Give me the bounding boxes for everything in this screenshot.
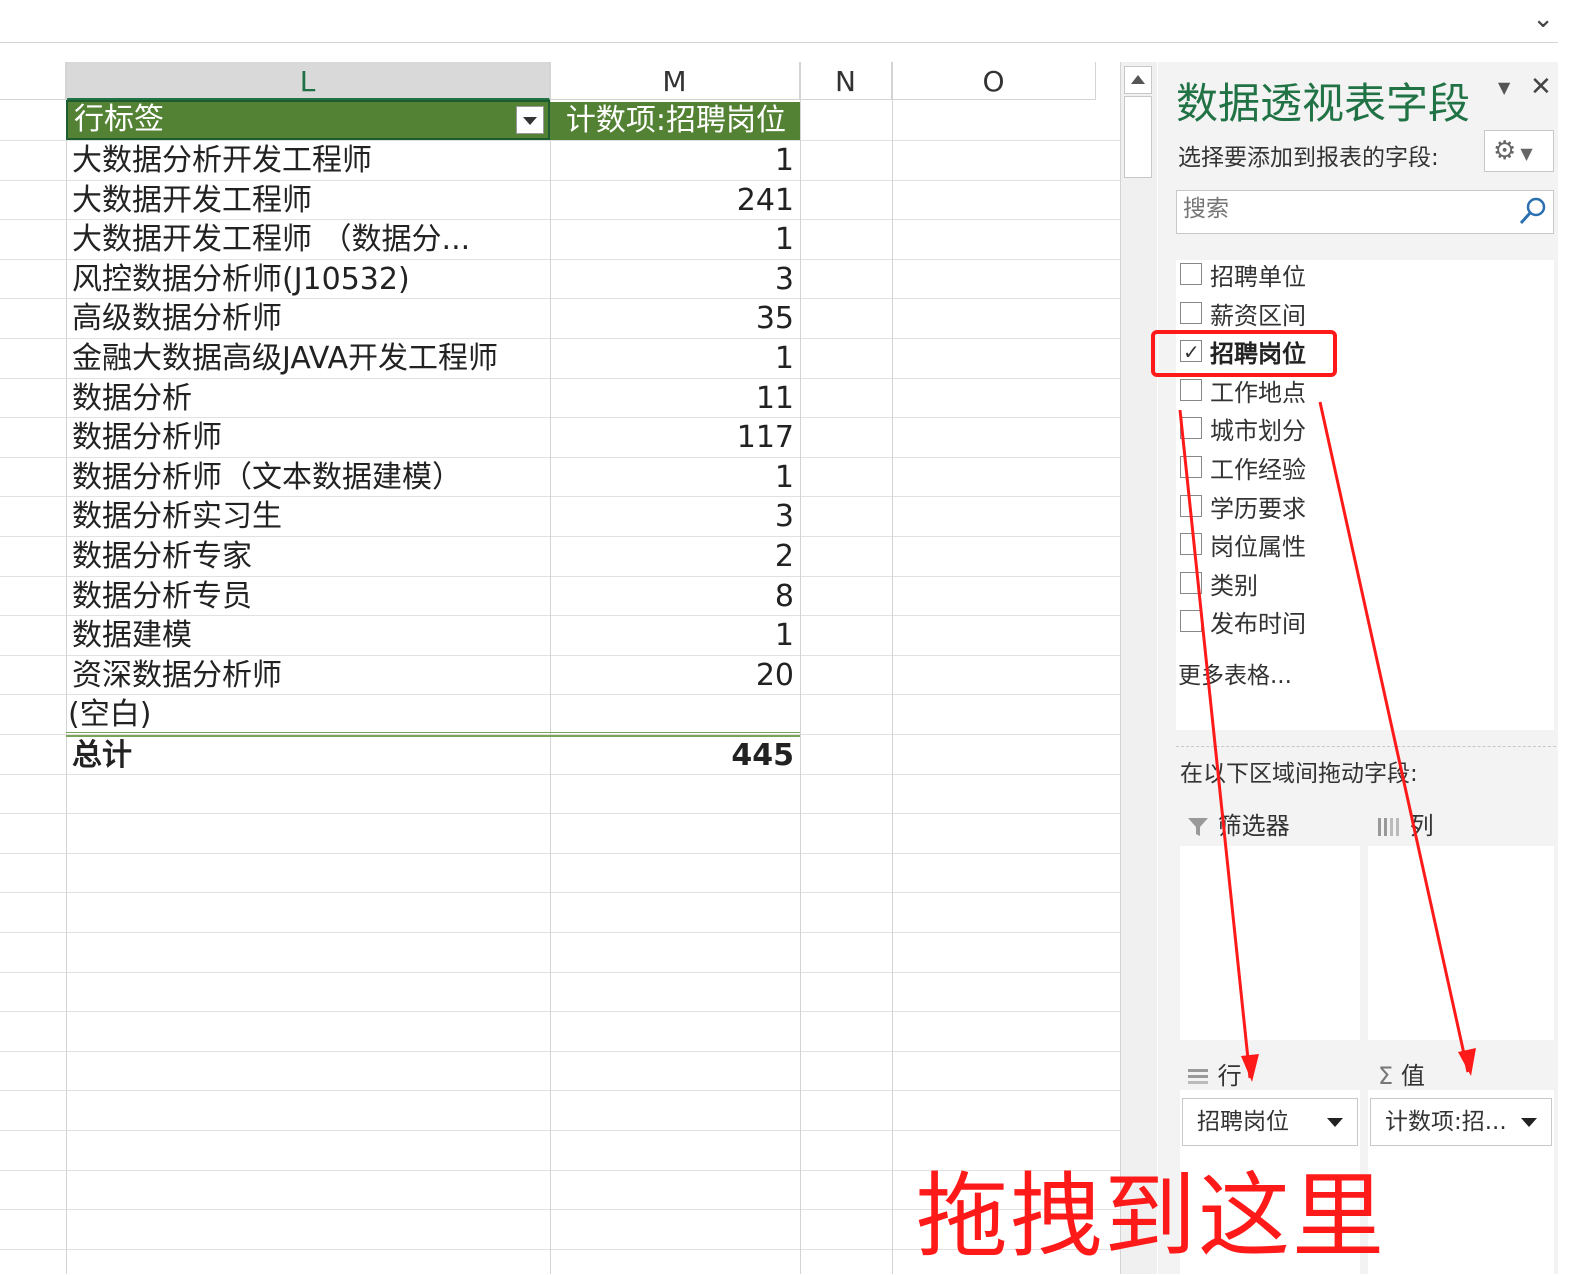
annotation-arrows: [1178, 401, 1476, 1082]
annotation-drag-here-text: 拖拽到这里: [916, 1163, 1387, 1270]
annotation-arrow-to-values: [1318, 401, 1470, 1073]
annotation-arrow-to-rows: [1178, 409, 1252, 1079]
